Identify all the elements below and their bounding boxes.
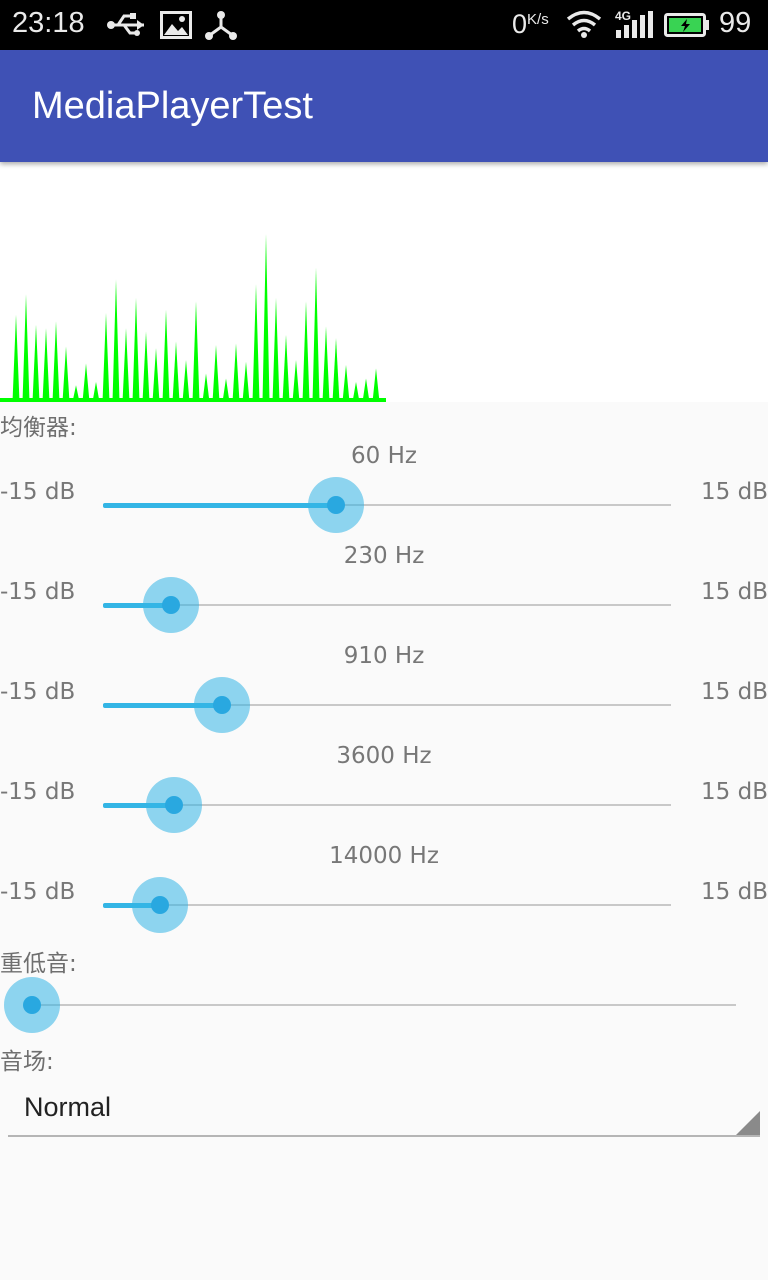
app-screen: 23:18 0K/s 4G 99 MediaPlayerTest 均衡器: 60… <box>0 0 768 1280</box>
slider-thumb[interactable] <box>151 896 169 914</box>
reverb-label: 音场: <box>0 1049 54 1075</box>
visualizer-spike <box>342 365 350 402</box>
visualizer-spike <box>142 331 150 402</box>
band-max-db-label: 15 dB <box>701 579 768 605</box>
visualizer-spike <box>52 321 60 402</box>
visualizer-spike <box>152 348 160 402</box>
visualizer-spike <box>62 346 70 402</box>
band-min-db-label: -15 dB <box>0 479 76 505</box>
visualizer-spike <box>32 324 40 402</box>
visualizer-spike <box>282 334 290 402</box>
visualizer-spike <box>162 309 170 402</box>
slider-thumb[interactable] <box>165 796 183 814</box>
status-bar: 23:18 0K/s 4G 99 <box>0 0 768 50</box>
visualizer-spike <box>292 360 300 402</box>
slider-track <box>103 904 671 906</box>
app-title: MediaPlayerTest <box>32 85 313 127</box>
visualizer-spike <box>172 341 180 402</box>
visualizer-spike <box>272 297 280 402</box>
reverb-preset-dropdown[interactable]: Normal <box>8 1084 760 1137</box>
slider-progress <box>103 503 336 508</box>
band-min-db-label: -15 dB <box>0 879 76 905</box>
band-slider[interactable] <box>103 575 671 635</box>
visualizer-spike <box>372 368 380 402</box>
band-slider[interactable] <box>103 875 671 935</box>
visualizer-spike <box>262 234 270 402</box>
band-slider[interactable] <box>103 675 671 735</box>
visualizer-baseline <box>0 398 386 402</box>
band-max-db-label: 15 dB <box>701 679 768 705</box>
slider-track <box>32 1004 736 1006</box>
slider-thumb[interactable] <box>23 996 41 1014</box>
slider-thumb[interactable] <box>213 696 231 714</box>
visualizer-spike <box>22 294 30 402</box>
visualizer-canvas <box>0 234 386 402</box>
band-frequency-label: 60 Hz <box>351 443 417 469</box>
image-icon <box>160 11 192 39</box>
visualizer-spike <box>102 312 110 402</box>
signal-icon <box>616 11 653 38</box>
dropdown-selected-value: Normal <box>24 1092 112 1122</box>
visualizer-spike <box>202 373 210 402</box>
band-max-db-label: 15 dB <box>701 879 768 905</box>
slider-thumb[interactable] <box>327 496 345 514</box>
visualizer-spike <box>312 267 320 402</box>
slider-thumb[interactable] <box>162 596 180 614</box>
visualizer-spike <box>242 361 250 402</box>
usb-icon <box>107 13 144 36</box>
visualizer-spike <box>252 284 260 402</box>
wifi-icon <box>566 10 602 38</box>
visualizer-spike <box>42 328 50 402</box>
visualizer-spike <box>182 360 190 402</box>
battery-charging-icon <box>664 13 709 37</box>
battery-percent: 99 <box>719 7 752 39</box>
band-max-db-label: 15 dB <box>701 479 768 505</box>
band-min-db-label: -15 dB <box>0 579 76 605</box>
visualizer-spike <box>332 338 340 402</box>
band-frequency-label: 14000 Hz <box>329 843 439 869</box>
band-frequency-label: 910 Hz <box>343 643 425 669</box>
visualizer-spike <box>322 326 330 402</box>
band-frequency-label: 230 Hz <box>343 543 425 569</box>
band-max-db-label: 15 dB <box>701 779 768 805</box>
app-bar: MediaPlayerTest <box>0 50 768 162</box>
visualizer-spike <box>122 328 130 402</box>
visualizer-spike <box>192 301 200 402</box>
band-min-db-label: -15 dB <box>0 679 76 705</box>
band-slider[interactable] <box>103 775 671 835</box>
visualizer-spike <box>302 301 310 402</box>
share-icon <box>205 11 237 40</box>
visualizer-spike <box>12 314 20 402</box>
dropdown-arrow-icon[interactable] <box>736 1111 760 1135</box>
visualizer-spike <box>82 363 90 402</box>
bass-boost-label: 重低音: <box>0 951 77 977</box>
visualizer-spike <box>112 279 120 402</box>
equalizer-label: 均衡器: <box>0 415 77 441</box>
net-speed: 0K/s <box>512 9 549 39</box>
visualizer-spike <box>132 297 140 402</box>
band-frequency-label: 3600 Hz <box>336 743 432 769</box>
dropdown-underline <box>8 1135 760 1137</box>
band-min-db-label: -15 dB <box>0 779 76 805</box>
status-time: 23:18 <box>12 7 85 39</box>
visualizer-spike <box>212 344 220 402</box>
audio-visualizer <box>0 162 768 402</box>
bass-boost-slider[interactable] <box>4 975 736 1035</box>
visualizer-spike <box>232 343 240 402</box>
band-slider[interactable] <box>103 475 671 535</box>
